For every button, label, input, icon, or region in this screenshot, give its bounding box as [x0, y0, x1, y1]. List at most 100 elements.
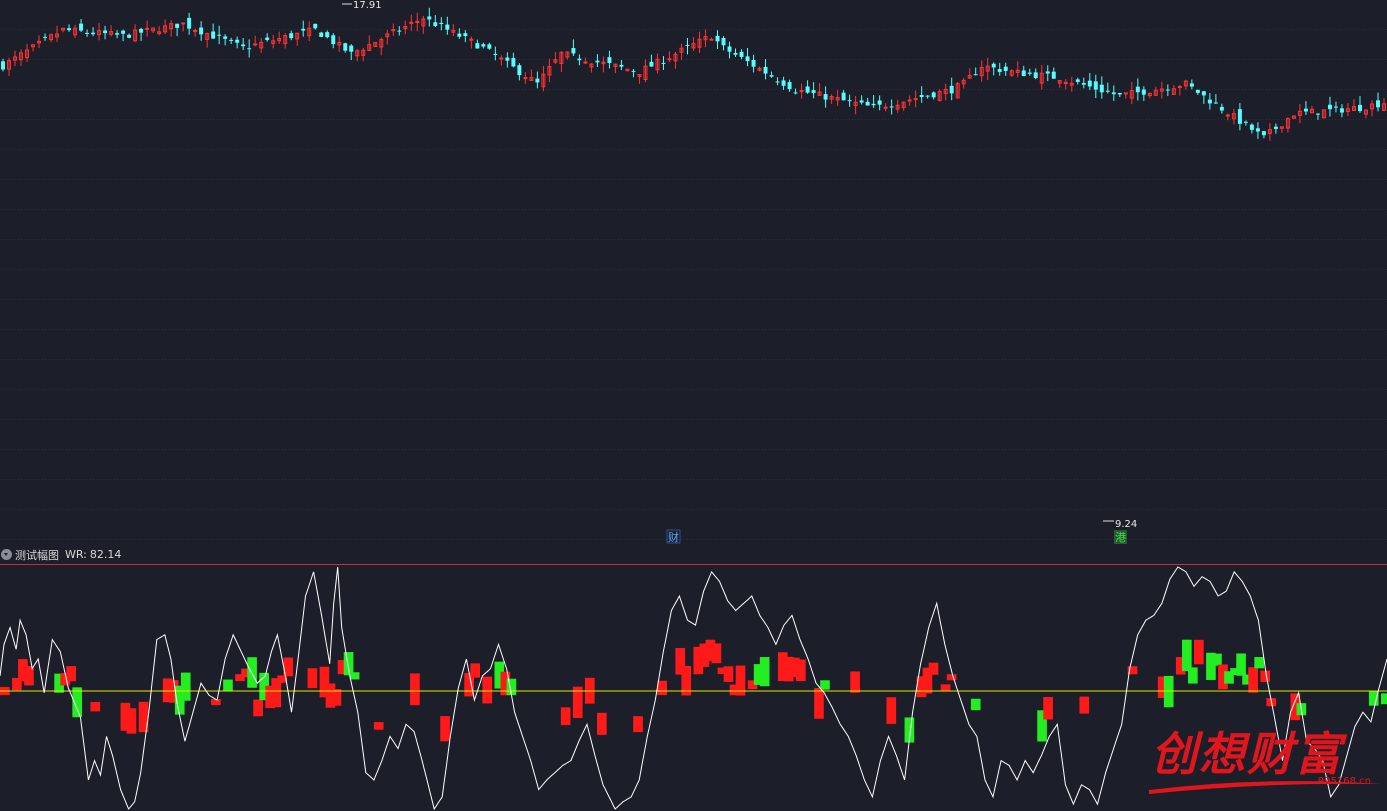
candle-body: [103, 30, 108, 34]
indicator-bar: [814, 687, 824, 719]
candle-body: [1075, 79, 1080, 82]
candle-body: [499, 57, 504, 60]
candle-body: [43, 36, 48, 38]
candle-body: [823, 94, 828, 100]
indicator-bar: [1260, 670, 1271, 682]
candle-body: [661, 62, 666, 64]
candle-body: [1213, 102, 1218, 104]
main-price-chart[interactable]: 17.91 9.24 财 港: [0, 0, 1387, 545]
candle-body: [991, 63, 996, 68]
candle-body: [1243, 121, 1248, 123]
indicator-bar: [820, 680, 830, 690]
candle-body: [769, 75, 774, 77]
candle-body: [1376, 100, 1380, 108]
candle-body: [1111, 92, 1116, 95]
max-price-label: 17.91: [353, 0, 382, 11]
indicator-bar: [307, 668, 318, 689]
candle-body: [1255, 128, 1260, 132]
candle-body: [91, 32, 96, 35]
indicator-bar: [560, 707, 571, 726]
candle-body: [493, 53, 498, 55]
candle-body: [1045, 71, 1050, 74]
candle-body: [445, 24, 450, 30]
candle-body: [187, 17, 192, 29]
main-chart-grid: [0, 29, 1387, 540]
event-marker-cai[interactable]: 财: [668, 530, 679, 544]
candle-body: [223, 36, 228, 39]
candle-body: [289, 33, 294, 39]
candle-body: [889, 106, 894, 108]
candle-body: [775, 81, 780, 83]
candle-body: [631, 70, 636, 72]
candle-body: [919, 95, 924, 98]
indicator-bar: [723, 666, 734, 682]
indicator-bar: [1163, 675, 1174, 708]
watermark-url: 995168.cn: [1317, 776, 1371, 787]
candle-body: [841, 92, 846, 101]
indicator-bar: [928, 662, 939, 675]
candle-body: [235, 39, 240, 43]
candle-body: [85, 32, 90, 34]
candle-body: [211, 31, 216, 39]
candle-body: [175, 23, 180, 28]
candle-body: [427, 16, 432, 20]
candle-body: [1201, 91, 1206, 96]
indicator-bar: [1212, 653, 1222, 666]
candle-body: [847, 100, 852, 102]
candle-body: [1093, 81, 1098, 90]
indicator-bar: [946, 674, 957, 681]
indicator-value: 82.14: [89, 548, 122, 561]
candle-body: [1117, 92, 1122, 95]
candle-body: [1327, 104, 1332, 110]
indicator-bar: [759, 657, 770, 687]
candle-body: [433, 22, 438, 27]
candle-body: [727, 46, 732, 52]
candle-body: [973, 74, 978, 76]
candle-body: [811, 90, 816, 94]
indicator-bar: [796, 659, 806, 682]
candle-body: [739, 51, 744, 57]
candle-body: [1249, 124, 1254, 130]
indicator-bar: [970, 698, 981, 711]
main-chart-annotations: 17.91 9.24 财 港: [342, 0, 1137, 544]
candle-body: [709, 38, 714, 41]
indicator-bar: [180, 672, 191, 701]
candle-body: [1105, 90, 1110, 92]
candle-body: [595, 60, 600, 63]
candle-body: [733, 52, 738, 55]
candle-body: [715, 35, 720, 42]
candle-body: [1237, 109, 1242, 124]
indicator-bar: [373, 722, 384, 730]
candle-body: [1081, 82, 1086, 85]
candle-body: [1303, 108, 1308, 112]
candle-body: [265, 37, 270, 40]
candle-body: [577, 58, 582, 61]
candle-body: [199, 27, 204, 35]
candle-body: [883, 106, 888, 109]
candle-body: [139, 28, 144, 33]
candle-body: [301, 28, 306, 31]
candle-body: [1141, 89, 1146, 95]
candle-body: [685, 44, 690, 46]
candle-body: [745, 56, 750, 62]
watermark-text: 创想财富: [1151, 727, 1343, 781]
indicator-bar: [1254, 657, 1264, 669]
candle-body: [229, 39, 234, 41]
candle-body: [1333, 106, 1338, 108]
event-marker-gang[interactable]: 港: [1115, 531, 1126, 544]
candle-body: [571, 48, 576, 54]
candle-body: [331, 35, 336, 45]
indicator-bar: [886, 697, 897, 724]
indicator-bar: [597, 712, 607, 735]
candle-body: [481, 44, 486, 47]
indicator-bar: [1248, 667, 1258, 693]
indicator-name[interactable]: 测试幅图: [15, 547, 59, 563]
candle-body: [607, 57, 612, 64]
candle-body: [925, 95, 930, 97]
collapse-chevron-icon[interactable]: [1, 549, 12, 560]
indicator-bar: [1079, 696, 1090, 714]
candle-body: [439, 22, 444, 24]
candle-body: [865, 101, 870, 106]
candle-body: [535, 78, 540, 83]
indicator-bar: [1380, 693, 1387, 705]
